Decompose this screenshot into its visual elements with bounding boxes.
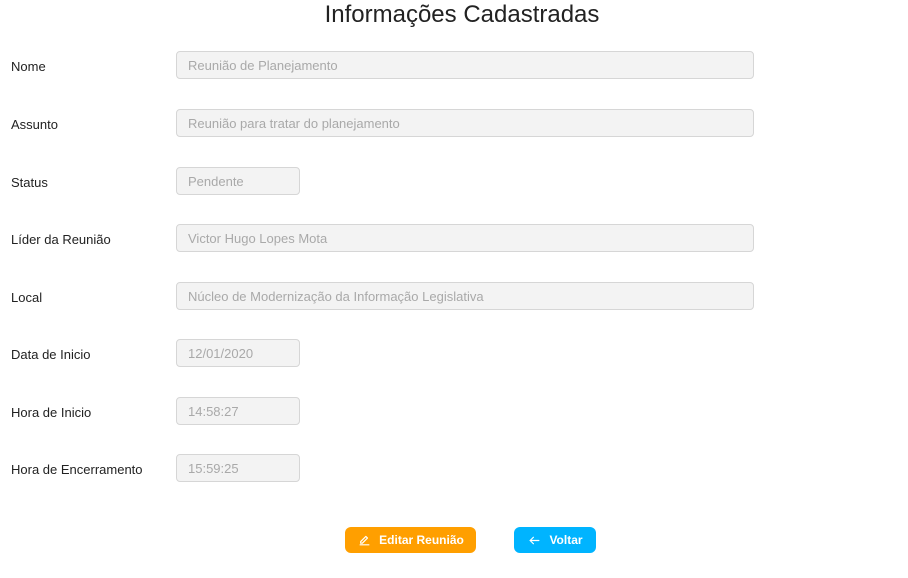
pencil-icon [357,533,371,547]
form-row-nome: Nome [0,51,908,89]
form-row-hora-inicio: Hora de Inicio [0,397,908,435]
back-label: Voltar [549,533,583,547]
edit-meeting-label: Editar Reunião [379,533,464,547]
form-row-hora-encerramento: Hora de Encerramento [0,454,908,492]
form-row-lider: Líder da Reunião [0,224,908,262]
data-inicio-field[interactable] [176,339,300,367]
assunto-field[interactable] [176,109,754,137]
status-label: Status [11,175,48,190]
lider-field[interactable] [176,224,754,252]
hora-inicio-field[interactable] [176,397,300,425]
hora-inicio-label: Hora de Inicio [11,405,92,420]
nome-label: Nome [11,59,46,74]
hora-encerramento-label: Hora de Encerramento [11,462,143,477]
status-field[interactable] [176,167,300,195]
form-row-local: Local [0,282,908,320]
lider-label: Líder da Reunião [11,232,111,247]
nome-field[interactable] [176,51,754,79]
local-field[interactable] [176,282,754,310]
form-row-assunto: Assunto [0,109,908,147]
edit-meeting-button[interactable]: Editar Reunião [345,527,476,553]
form-row-status: Status [0,167,908,205]
data-inicio-label: Data de Inicio [11,347,91,362]
local-label: Local [11,290,43,305]
meeting-details-page: Informações Cadastradas Nome Assunto Sta… [0,0,908,578]
back-button[interactable]: Voltar [514,527,596,553]
form-row-data-inicio: Data de Inicio [0,339,908,377]
hora-encerramento-field[interactable] [176,454,300,482]
arrow-left-icon [527,533,541,547]
assunto-label: Assunto [11,117,58,132]
page-title: Informações Cadastradas [324,1,600,28]
